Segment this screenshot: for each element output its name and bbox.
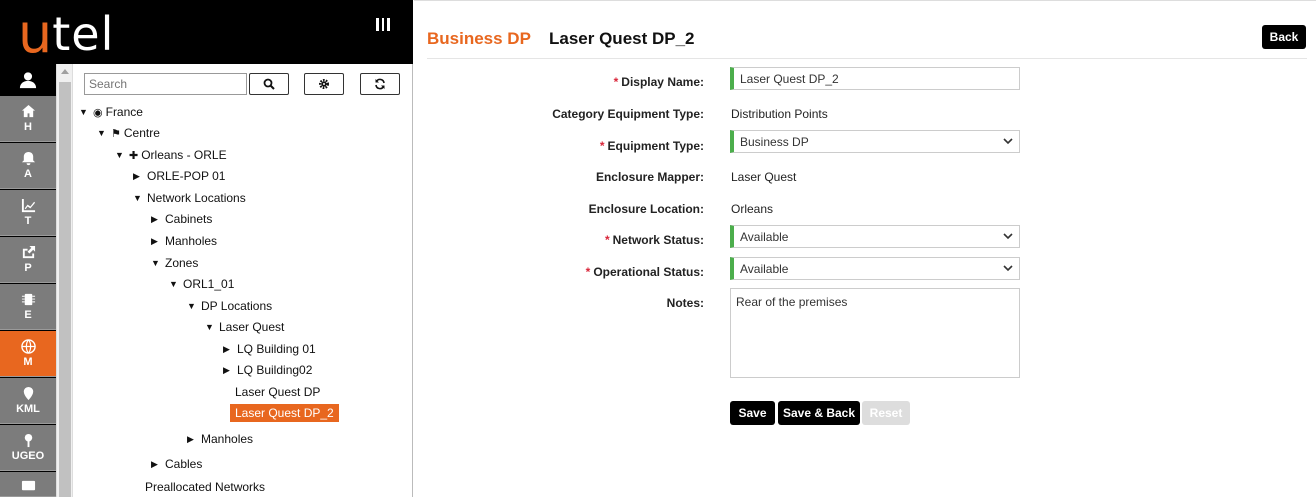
tree-scrollbar[interactable] bbox=[56, 64, 73, 497]
map-pin-icon bbox=[23, 386, 33, 401]
nav-item-publish[interactable]: P bbox=[0, 237, 56, 283]
tree-node-laser-quest-dp-2[interactable]: Laser Quest DP_2 bbox=[230, 404, 339, 422]
display-name-input[interactable]: Laser Quest DP_2 bbox=[730, 67, 1020, 90]
display-name-label: * Display Name: bbox=[613, 75, 704, 89]
share-icon bbox=[22, 245, 35, 259]
enclosure-location-label: Enclosure Location: bbox=[588, 202, 704, 216]
thumbtack-icon: ✚ bbox=[129, 149, 139, 162]
enclosure-mapper-label: Enclosure Mapper: bbox=[595, 170, 704, 184]
refresh-icon bbox=[375, 78, 385, 90]
globe-icon: ◉ bbox=[93, 106, 103, 119]
equipment-form: Business DP Laser Quest DP_2 Back * Displ… bbox=[414, 0, 1316, 497]
chip-icon bbox=[21, 293, 35, 306]
nav-item-ugeo[interactable]: UGEO bbox=[0, 425, 56, 471]
tree-panel: ▼◉France ▼⚑Centre ▼✚Orleans - ORLE ▶ORLE… bbox=[73, 64, 413, 497]
nav-item-home[interactable]: H bbox=[0, 96, 56, 142]
notes-label: Notes: bbox=[666, 296, 704, 310]
utel-logo: u tel bbox=[18, 2, 115, 65]
tree-search-input[interactable] bbox=[84, 73, 247, 95]
tree-node-cables[interactable]: ▶ Cables bbox=[151, 455, 202, 473]
menu-toggle-icon[interactable] bbox=[376, 18, 391, 32]
app-header: u tel bbox=[0, 0, 413, 64]
tree-node-lq-building02[interactable]: ▶ LQ Building02 bbox=[223, 361, 312, 379]
tree-node-laser-quest[interactable]: ▼ Laser Quest bbox=[205, 318, 284, 336]
back-button[interactable]: Back bbox=[1262, 25, 1306, 49]
equipment-type-label: * Equipment Type: bbox=[599, 139, 704, 153]
enclosure-location-value: Orleans bbox=[731, 202, 774, 216]
nav-item-map[interactable]: M bbox=[0, 331, 56, 377]
chart-icon bbox=[21, 198, 35, 213]
search-icon bbox=[263, 78, 275, 90]
page-title-name: Laser Quest DP_2 bbox=[549, 29, 695, 48]
network-status-select[interactable]: Available bbox=[730, 225, 1020, 248]
tree-node-zones[interactable]: ▼ Zones bbox=[151, 254, 198, 272]
reset-button[interactable]: Reset bbox=[862, 401, 910, 425]
scroll-thumb[interactable] bbox=[59, 82, 71, 497]
card-icon bbox=[21, 480, 35, 491]
category-equipment-type-value: Distribution Points bbox=[731, 107, 828, 121]
refresh-button[interactable] bbox=[360, 73, 400, 95]
search-button[interactable] bbox=[249, 73, 289, 95]
settings-button[interactable] bbox=[304, 73, 344, 95]
tree-node-preallocated-networks[interactable]: Preallocated Networks bbox=[145, 478, 265, 496]
chevron-down-icon bbox=[1003, 233, 1013, 240]
user-icon[interactable] bbox=[0, 64, 56, 95]
nav-item-trends[interactable]: T bbox=[0, 190, 56, 236]
scroll-up-arrow-icon[interactable] bbox=[61, 69, 69, 74]
nav-item-kml[interactable]: KML bbox=[0, 378, 56, 424]
notes-textarea[interactable]: Rear of the premises bbox=[730, 288, 1020, 378]
pin-icon bbox=[24, 433, 32, 448]
chevron-down-icon bbox=[1003, 138, 1013, 145]
tree-node-manholes[interactable]: ▶ Manholes bbox=[151, 232, 217, 250]
nav-item-more[interactable] bbox=[0, 472, 56, 497]
category-equipment-type-label: Category Equipment Type: bbox=[552, 107, 704, 121]
tree-node-lq-building-01[interactable]: ▶ LQ Building 01 bbox=[223, 340, 316, 358]
nav-item-alarms[interactable]: A bbox=[0, 143, 56, 189]
tree-node-centre[interactable]: ▼ ⚑ Centre bbox=[97, 124, 160, 142]
operational-status-label: * Operational Status: bbox=[585, 265, 704, 279]
page-title-type: Business DP bbox=[427, 29, 531, 48]
home-icon bbox=[21, 104, 35, 118]
gear-icon bbox=[319, 79, 329, 89]
tree-node-orl1-01[interactable]: ▼ ORL1_01 bbox=[169, 275, 234, 293]
enclosure-mapper-value: Laser Quest bbox=[731, 170, 797, 184]
globe-icon bbox=[20, 339, 36, 354]
tree-node-network-locations[interactable]: ▼ Network Locations bbox=[133, 189, 246, 207]
flag-icon: ⚑ bbox=[111, 127, 121, 140]
save-and-back-button[interactable]: Save & Back bbox=[778, 401, 860, 425]
operational-status-select[interactable]: Available bbox=[730, 257, 1020, 280]
equipment-type-select[interactable]: Business DP bbox=[730, 130, 1020, 153]
bell-icon bbox=[21, 151, 35, 166]
tree-node-manholes-2[interactable]: ▶ Manholes bbox=[187, 430, 253, 448]
tree-node-orle-pop[interactable]: ▶ ORLE-POP 01 bbox=[133, 167, 225, 185]
tree-node-laser-quest-dp[interactable]: Laser Quest DP bbox=[235, 383, 320, 401]
tree-node-orleans[interactable]: ▼ ✚ Orleans - ORLE bbox=[115, 146, 227, 164]
network-status-label: * Network Status: bbox=[604, 233, 704, 247]
tree-node-dp-locations[interactable]: ▼ DP Locations bbox=[187, 297, 272, 315]
tree-node-cabinets[interactable]: ▶ Cabinets bbox=[151, 210, 212, 228]
title-divider bbox=[427, 58, 1307, 59]
nav-item-equipment[interactable]: E bbox=[0, 284, 56, 330]
chevron-down-icon bbox=[1003, 265, 1013, 272]
save-button[interactable]: Save bbox=[730, 401, 775, 425]
tree-node-france[interactable]: ▼ ◉ France bbox=[79, 103, 143, 121]
